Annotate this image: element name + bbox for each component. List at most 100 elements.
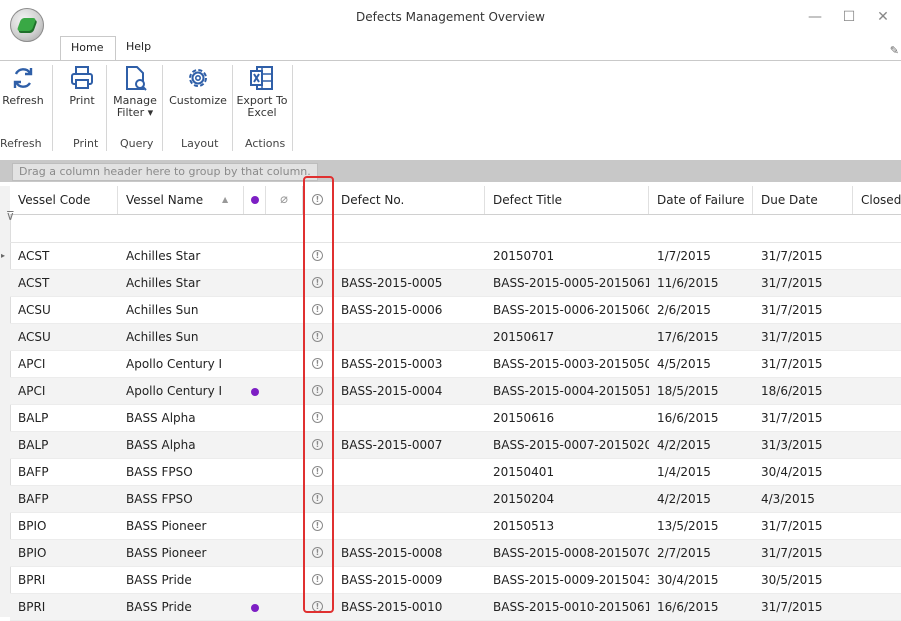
vessel-name-header-label: Vessel Name [126, 193, 204, 207]
table-row[interactable]: BALP BASS Alpha 20150616 16/6/2015 31/7/2015… [10, 405, 901, 432]
group-label-layout: Layout [181, 137, 219, 150]
cell-defect-no [333, 486, 485, 513]
excel-icon [250, 66, 273, 90]
group-label-refresh: Refresh [0, 137, 42, 150]
column-header-flag[interactable] [244, 186, 266, 214]
cell-vessel-name: Achilles Star [126, 276, 201, 290]
table-row[interactable]: BALP BASS Alpha BASS-2015-0007 BASS-2015-00… [10, 432, 901, 459]
info-icon[interactable]: ! [312, 601, 323, 612]
gear-icon [189, 69, 207, 87]
filter-document-icon [126, 66, 147, 91]
table-row[interactable]: APCI Apollo Century I BASS-2015-0004 BASS-2… [10, 378, 901, 405]
info-icon[interactable]: ! [312, 466, 323, 477]
column-header-defect-no[interactable]: Defect No. [333, 186, 485, 214]
minimize-button[interactable]: — [798, 6, 832, 28]
info-icon[interactable]: ! [312, 547, 323, 558]
cell-defect-no: BASS-2015-0006 [341, 303, 443, 317]
info-icon: ! [312, 194, 323, 205]
table-row[interactable]: ACST Achilles Star 20150701 1/7/2015 31/7/20… [1, 243, 901, 270]
cell-vessel-name: BASS Pioneer [126, 546, 207, 560]
info-icon[interactable]: ! [312, 574, 323, 585]
group-separator [292, 65, 293, 151]
manage-filter-button[interactable]: Manage Filter ▾ [112, 65, 158, 119]
cell-date-of-failure: 2/7/2015 [657, 546, 711, 560]
cell-due-date: 31/7/2015 [761, 357, 823, 371]
cell-vessel-code: APCI [18, 384, 46, 398]
print-button[interactable]: Print [62, 65, 102, 107]
sort-asc-icon: ▲ [222, 195, 229, 204]
cell-defect-title: 20150401 [493, 465, 555, 479]
column-header-info[interactable]: ! [303, 186, 333, 214]
info-icon[interactable]: ! [312, 520, 323, 531]
group-by-hint: Drag a column header here to group by th… [12, 163, 318, 181]
cell-date-of-failure: 11/6/2015 [657, 276, 719, 290]
group-separator [232, 65, 233, 151]
table-row[interactable]: ACST Achilles Star BASS-2015-0005 BASS-2015… [10, 270, 901, 297]
window-title: Defects Management Overview [356, 10, 545, 24]
info-icon[interactable]: ! [312, 412, 323, 423]
info-icon[interactable]: ! [312, 493, 323, 504]
cell-due-date: 31/3/2015 [761, 438, 823, 452]
cell-vessel-name: Achilles Star [126, 249, 201, 263]
close-button[interactable]: ✕ [866, 6, 900, 28]
cell-defect-title: BASS-2015-0003-20150504 [493, 357, 649, 371]
cell-due-date: 18/6/2015 [761, 384, 823, 398]
pen-icon[interactable]: ✎ [890, 44, 899, 57]
filter-row-icon: ⊽ [6, 209, 15, 223]
table-row[interactable]: BPIO BASS Pioneer 20150513 13/5/2015 31/7/20… [10, 513, 901, 540]
cell-date-of-failure: 2/6/2015 [657, 303, 711, 317]
cell-vessel-code: BPIO [18, 546, 47, 560]
cell-due-date: 31/7/2015 [761, 330, 823, 344]
cell-defect-no [333, 513, 485, 540]
group-by-panel[interactable]: Drag a column header here to group by th… [0, 160, 901, 182]
cell-vessel-name: BASS FPSO [126, 492, 193, 506]
cell-vessel-code: ACSU [18, 330, 51, 344]
info-icon[interactable]: ! [312, 358, 323, 369]
table-row[interactable]: ACSU Achilles Sun BASS-2015-0006 BASS-2015-… [10, 297, 901, 324]
export-excel-button[interactable]: Export To Excel [236, 65, 288, 119]
column-header-closed[interactable]: Closed [853, 186, 901, 214]
column-header-due-date[interactable]: Due Date [753, 186, 853, 214]
refresh-button[interactable]: Refresh [0, 65, 46, 107]
print-button-label: Print [69, 94, 95, 107]
current-row-indicator-icon: ▸ [1, 251, 6, 260]
info-icon[interactable]: ! [312, 439, 323, 450]
table-row[interactable]: BPIO BASS Pioneer BASS-2015-0008 BASS-2015-… [10, 540, 901, 567]
column-header-vessel-code[interactable]: Vessel Code [10, 186, 118, 214]
info-icon[interactable]: ! [312, 250, 323, 261]
info-icon[interactable]: ! [312, 385, 323, 396]
cell-defect-no: BASS-2015-0004 [341, 384, 443, 398]
table-row[interactable]: ACSU Achilles Sun 20150617 17/6/2015 31/7/20… [10, 324, 901, 351]
cell-vessel-name: BASS Pride [126, 573, 192, 587]
tab-help[interactable]: Help [116, 36, 161, 60]
cell-defect-no [333, 243, 485, 270]
tab-home[interactable]: Home [60, 36, 116, 61]
info-icon[interactable]: ! [312, 304, 323, 315]
paperclip-icon: ⌀ [280, 192, 288, 207]
maximize-button[interactable]: ☐ [832, 6, 866, 28]
cell-defect-title: BASS-2015-0007-20150204 [493, 438, 649, 452]
column-header-vessel-name[interactable]: Vessel Name ▲ [118, 186, 244, 214]
cell-vessel-code: BPRI [18, 573, 46, 587]
cell-vessel-name: Achilles Sun [126, 303, 199, 317]
table-row[interactable]: BAFP BASS FPSO 20150204 4/2/2015 4/3/2015! [10, 486, 901, 513]
info-icon[interactable]: ! [312, 331, 323, 342]
table-row[interactable]: APCI Apollo Century I BASS-2015-0003 BASS-2… [10, 351, 901, 378]
cell-defect-no [333, 324, 485, 351]
cell-vessel-code: ACSU [18, 303, 51, 317]
info-icon[interactable]: ! [312, 277, 323, 288]
flag-dot-icon [251, 388, 259, 396]
cell-date-of-failure: 17/6/2015 [657, 330, 719, 344]
column-header-attachment[interactable]: ⌀ [266, 186, 303, 214]
cell-date-of-failure: 4/5/2015 [657, 357, 711, 371]
table-row[interactable]: BAFP BASS FPSO 20150401 1/4/2015 30/4/2015! [10, 459, 901, 486]
cell-defect-title: 20150616 [493, 411, 555, 425]
cell-due-date: 31/7/2015 [761, 411, 823, 425]
cell-vessel-name: BASS Pioneer [126, 519, 207, 533]
cell-defect-title: BASS-2015-0006-20150602 [493, 303, 649, 317]
auto-filter-row[interactable] [10, 214, 901, 243]
column-header-date-of-failure[interactable]: Date of Failure [649, 186, 753, 214]
customize-button[interactable]: Customize [168, 65, 228, 107]
table-row[interactable]: BPRI BASS Pride BASS-2015-0009 BASS-2015-00… [10, 567, 901, 594]
column-header-defect-title[interactable]: Defect Title [485, 186, 649, 214]
